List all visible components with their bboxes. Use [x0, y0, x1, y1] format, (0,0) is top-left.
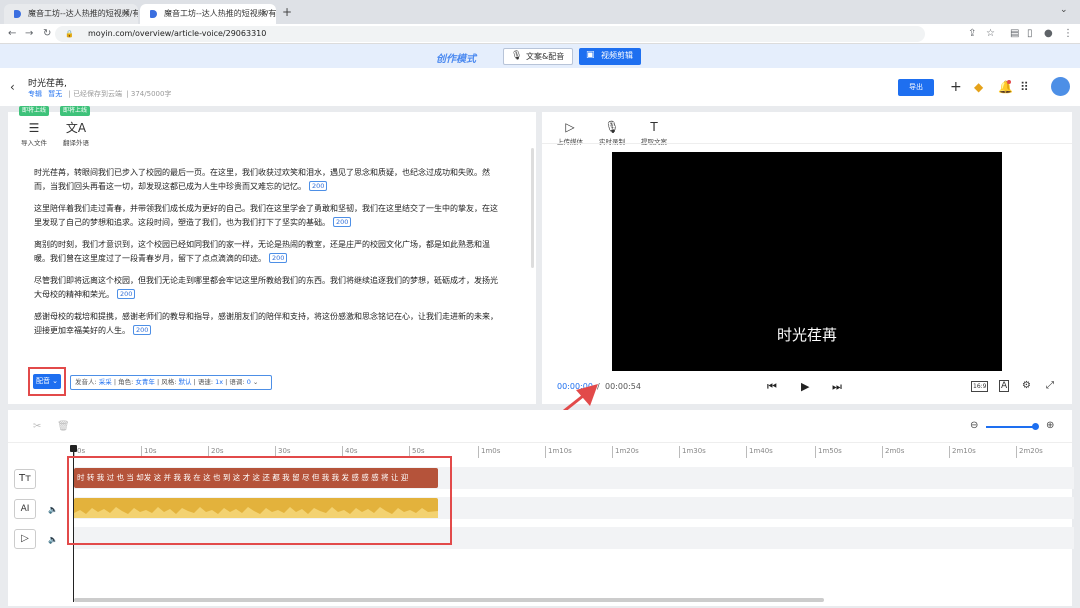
- browser-tab-2[interactable]: 魔音工坊--达人热推的短视频/有 ✕: [140, 4, 276, 24]
- creation-mode-logo: 创作模式: [436, 54, 476, 65]
- copy-dub-button[interactable]: 🎙 文案&配音: [503, 48, 574, 65]
- close-icon[interactable]: ✕: [122, 4, 130, 24]
- document-meta: 专辑 暂无 | 已经保存到云端 | 374/5000字: [28, 90, 172, 98]
- apps-grid-icon[interactable]: ⠿: [1020, 77, 1029, 97]
- zoom-slider[interactable]: [986, 426, 1038, 428]
- notification-dot: [1007, 80, 1011, 84]
- share-icon[interactable]: ⇪: [968, 27, 976, 41]
- save-status: 已经保存到云端: [73, 90, 123, 98]
- tick-label: 1m40s: [746, 446, 773, 458]
- back-icon[interactable]: ←: [8, 27, 16, 41]
- address-bar[interactable]: 🔒 moyin.com/overview/article-voice/29063…: [55, 26, 925, 42]
- tick-label: 2m10s: [949, 446, 976, 458]
- text-track-icon[interactable]: Tт: [14, 469, 36, 489]
- divider: [542, 143, 1072, 144]
- cut-icon[interactable]: ✂: [33, 421, 41, 432]
- zoom-slider-handle[interactable]: [1032, 423, 1039, 430]
- document-title[interactable]: 时光荏苒,: [28, 76, 67, 89]
- star-icon[interactable]: ☆: [986, 27, 995, 41]
- translate-icon: 文A: [65, 121, 87, 135]
- paragraph[interactable]: 尽管我们即将远离这个校园，但我们无论走到哪里都会牢记这里所教给我们的东西。我们将…: [34, 274, 504, 302]
- plus-icon[interactable]: +: [950, 77, 962, 97]
- paragraph[interactable]: 感谢母校的栽培和提携，感谢老师们的教导和指导，感谢朋友们的陪伴和支持，将这份感激…: [34, 310, 504, 338]
- video-track-icon[interactable]: ▷: [14, 529, 36, 549]
- chevron-down-icon: ⌄: [49, 377, 59, 385]
- reload-icon[interactable]: ↻: [43, 27, 51, 41]
- divider: [8, 442, 1072, 443]
- close-icon[interactable]: ✕: [260, 4, 268, 24]
- paragraph[interactable]: 离别的时刻，我们才意识到，这个校园已经如同我们的家一样，无论是热闹的教室，还是庄…: [34, 238, 504, 266]
- chevron-down-icon[interactable]: ⌄: [1060, 5, 1068, 15]
- favicon-icon: [14, 10, 21, 18]
- pause-tag[interactable]: 200: [117, 289, 136, 299]
- tick-label: 2m0s: [882, 446, 904, 458]
- fullscreen-icon[interactable]: ⤢: [1046, 380, 1054, 391]
- tick-label: 1m50s: [815, 446, 842, 458]
- forward-icon[interactable]: →: [25, 27, 33, 41]
- avatar[interactable]: [1051, 77, 1070, 96]
- pause-tag[interactable]: 200: [333, 217, 352, 227]
- scrollbar[interactable]: [531, 148, 534, 268]
- coming-soon-badge: 即将上线: [19, 106, 50, 116]
- lock-icon: 🔒: [65, 30, 74, 38]
- new-tab-button[interactable]: +: [282, 5, 292, 19]
- browser-tab-1[interactable]: 魔音工坊--达人热推的短视频/有 ✕: [4, 4, 138, 24]
- chevron-down-icon: ⌄: [252, 378, 259, 386]
- video-edit-button[interactable]: ▣ 视频剪辑: [579, 48, 641, 65]
- horizontal-scrollbar[interactable]: [74, 598, 824, 602]
- sidebar-icon[interactable]: ▯: [1027, 27, 1033, 41]
- import-file-button[interactable]: ☰ 导入文件: [16, 121, 52, 147]
- text-icon: T: [650, 120, 658, 134]
- settings-icon[interactable]: ⚙: [1022, 380, 1031, 391]
- voice-settings[interactable]: 发音人: 采采 | 角色: 女青年 | 风格: 默认 | 语速: 1x | 语调…: [70, 375, 272, 390]
- paragraph[interactable]: 这里陪伴着我们走过青春，并带领我们成长成为更好的自己。我们在这里学会了勇敢和坚韧…: [34, 202, 504, 230]
- export-button[interactable]: 导出: [898, 79, 934, 96]
- speaker-icon[interactable]: 🔈: [48, 535, 58, 544]
- pause-tag[interactable]: 200: [269, 253, 288, 263]
- upload-icon: ▷: [565, 120, 575, 134]
- album-label[interactable]: 专辑: [28, 90, 42, 98]
- tick-label: 1m10s: [545, 446, 572, 458]
- tick-label: 1m0s: [478, 446, 500, 458]
- skip-back-icon[interactable]: ⏮: [767, 380, 777, 394]
- dub-button[interactable]: 配音 ⌄: [33, 374, 61, 389]
- total-time: 00:00:54: [605, 382, 641, 391]
- back-arrow-icon[interactable]: ‹: [10, 80, 15, 94]
- annotation-box: [67, 456, 452, 545]
- microphone-icon: 🎙: [604, 120, 620, 134]
- video-subtitle: 时光荏苒: [776, 326, 837, 344]
- album-value[interactable]: 暂无: [48, 90, 62, 98]
- text-style-icon[interactable]: A: [999, 380, 1010, 392]
- tick-label: 1m30s: [679, 446, 706, 458]
- translate-button[interactable]: 文A 翻译外语: [58, 121, 94, 147]
- zoom-in-icon[interactable]: ⊕: [1046, 420, 1054, 431]
- skip-forward-icon[interactable]: ⏭: [832, 380, 842, 394]
- tick-label: 1m20s: [612, 446, 639, 458]
- reading-list-icon[interactable]: ▤: [1010, 27, 1019, 41]
- char-count: 374/5000字: [130, 90, 172, 98]
- playhead-handle[interactable]: [70, 445, 77, 452]
- diamond-icon[interactable]: ◆: [974, 77, 983, 97]
- menu-icon[interactable]: ⋮: [1063, 27, 1073, 41]
- coming-soon-badge: 即将上线: [60, 106, 91, 116]
- play-icon[interactable]: ▶: [801, 380, 809, 394]
- aspect-ratio-button[interactable]: 16:9: [971, 381, 989, 392]
- file-import-icon: ☰: [28, 121, 40, 135]
- zoom-out-icon[interactable]: ⊖: [970, 420, 978, 431]
- microphone-icon: 🎙: [511, 51, 523, 61]
- video-icon: ▣: [586, 50, 595, 60]
- ai-track-icon[interactable]: AI: [14, 499, 36, 519]
- tick-label: 2m20s: [1016, 446, 1043, 458]
- favicon-icon: [150, 10, 157, 18]
- pause-tag[interactable]: 200: [133, 325, 152, 335]
- profile-icon[interactable]: ●: [1044, 27, 1053, 41]
- speaker-icon[interactable]: 🔈: [48, 505, 58, 514]
- trash-icon[interactable]: 🗑: [57, 421, 70, 432]
- pause-tag[interactable]: 200: [309, 181, 328, 191]
- paragraph[interactable]: 时光荏苒，转眼间我们已步入了校园的最后一页。在这里，我们收获过欢笑和泪水，遇见了…: [34, 166, 504, 194]
